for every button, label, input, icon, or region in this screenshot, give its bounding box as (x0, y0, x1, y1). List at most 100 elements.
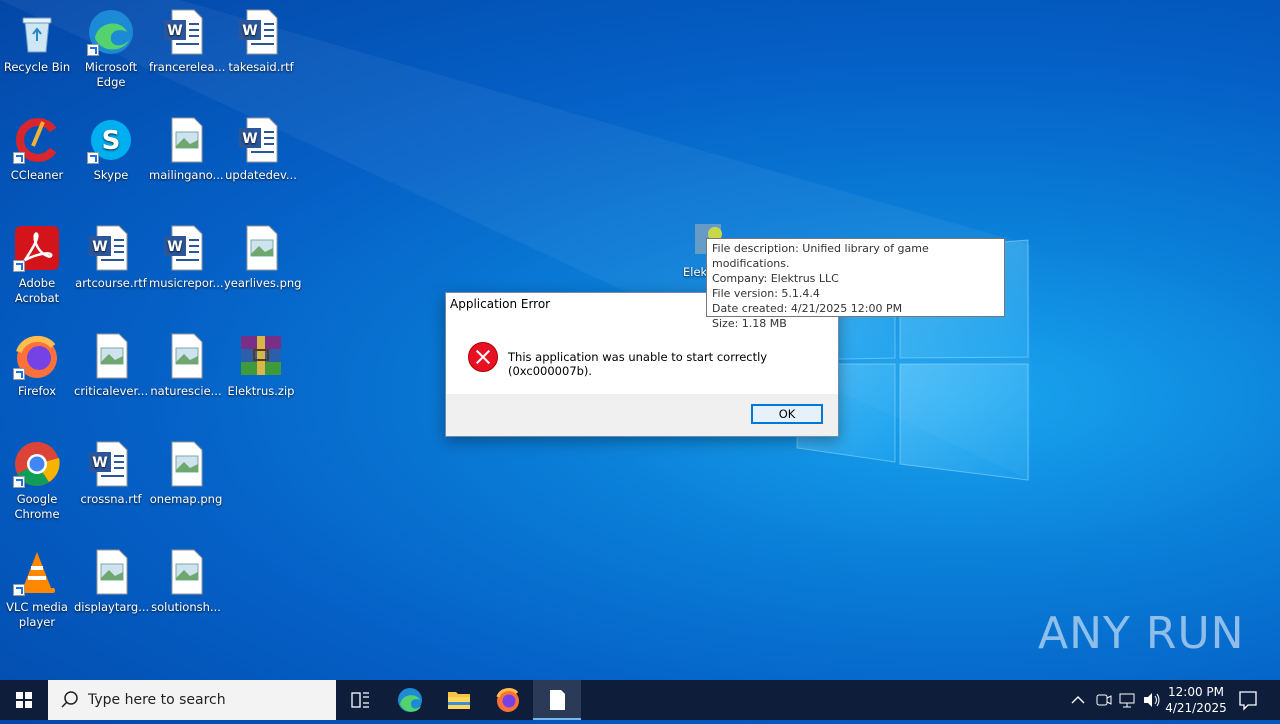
image-file-icon (162, 548, 210, 596)
desktop-icon-francerelea[interactable]: W francerelea... (149, 4, 226, 75)
icon-label: criticalever... (74, 384, 149, 398)
taskbar-search-box[interactable]: Type here to search (48, 680, 336, 720)
word-doc-icon: W (162, 8, 210, 56)
svg-text:W: W (242, 131, 257, 147)
svg-text:W: W (92, 239, 107, 255)
edge-icon (398, 688, 422, 712)
icon-label: takesaid.rtf (228, 60, 294, 74)
ccleaner-icon (13, 116, 61, 164)
desktop-icon-displaytarg[interactable]: displaytarg... (74, 544, 149, 615)
anyrun-watermark: ANY RUN (1038, 608, 1245, 659)
desktop-icon-mailingano[interactable]: mailingano... (149, 112, 224, 183)
icon-label: naturescie... (150, 384, 222, 398)
tooltip-date: Date created: 4/21/2025 12:00 PM (712, 302, 903, 315)
start-button[interactable] (0, 680, 48, 720)
search-icon (61, 691, 78, 708)
desktop-icon-skype[interactable]: S Skype (74, 112, 148, 183)
taskbar-clock[interactable]: 12:00 PM 4/21/2025 (1160, 684, 1232, 716)
tooltip-size: Size: 1.18 MB (712, 317, 787, 330)
tooltip-version: File version: 5.1.4.4 (712, 287, 820, 300)
dialog-title: Application Error (450, 297, 551, 311)
icon-label: Elektrus.zip (227, 384, 295, 398)
icon-label: VLC media player (6, 600, 68, 629)
word-doc-icon: W (87, 224, 135, 272)
winrar-archive-icon (237, 332, 285, 380)
desktop-icon-microsoft-edge[interactable]: Microsoft Edge (74, 4, 148, 90)
desktop-icon-updatedev[interactable]: W updatedev... (224, 112, 298, 183)
windows-start-icon (16, 692, 32, 708)
acrobat-icon (13, 224, 61, 272)
tooltip-company: Company: Elektrus LLC (712, 272, 839, 285)
desktop-icon-musicrepor[interactable]: W musicrepor... (149, 220, 224, 291)
desktop-icon-elektrus-zip[interactable]: Elektrus.zip (224, 328, 298, 399)
desktop-icon-artcourse[interactable]: W artcourse.rtf (74, 220, 148, 291)
ok-button[interactable]: OK (751, 404, 823, 424)
icon-label: onemap.png (149, 492, 223, 506)
desktop-icon-naturescie[interactable]: naturescie... (149, 328, 223, 399)
image-file-icon (87, 332, 135, 380)
desktop-icon-yearlives[interactable]: yearlives.png (224, 220, 302, 291)
word-doc-icon: W (237, 8, 285, 56)
icon-label: CCleaner (10, 168, 64, 182)
desktop-icon-recycle-bin[interactable]: Recycle Bin (0, 4, 74, 75)
desktop-icon-adobe-acrobat[interactable]: Adobe Acrobat (0, 220, 74, 306)
taskbar-file-explorer[interactable] (435, 680, 483, 720)
icon-label: Microsoft Edge (84, 60, 138, 89)
error-icon (468, 342, 498, 372)
desktop-icon-takesaid[interactable]: W takesaid.rtf (224, 4, 298, 75)
image-file-icon (162, 440, 210, 488)
icon-label: Adobe Acrobat (14, 276, 60, 305)
icon-label: Recycle Bin (3, 60, 71, 74)
desktop-icon-ccleaner[interactable]: CCleaner (0, 112, 74, 183)
taskbar: Type here to search 12:00 PM 4/21/2025 (0, 680, 1280, 720)
desktop: Recycle Bin CCleaner Adobe Acrobat Firef… (0, 0, 1280, 680)
desktop-icon-firefox[interactable]: Firefox (0, 328, 74, 399)
task-view-icon (351, 692, 369, 708)
chevron-up-icon[interactable] (1068, 680, 1088, 720)
svg-text:S: S (102, 126, 121, 156)
desktop-icon-criticalever[interactable]: criticalever... (74, 328, 148, 399)
svg-text:W: W (167, 239, 182, 255)
icon-label: mailingano... (149, 168, 224, 182)
word-doc-icon: W (237, 116, 285, 164)
icon-label: francerelea... (149, 60, 226, 74)
meet-now-icon[interactable] (1092, 680, 1114, 720)
volume-icon[interactable] (1140, 680, 1162, 720)
desktop-icon-google-chrome[interactable]: Google Chrome (0, 436, 74, 522)
desktop-icon-crossna[interactable]: W crossna.rtf (74, 436, 148, 507)
folder-icon (448, 692, 470, 709)
chrome-icon (13, 440, 61, 488)
image-file-icon (162, 332, 210, 380)
task-view-button[interactable] (336, 680, 384, 720)
firefox-icon (13, 332, 61, 380)
clock-date: 4/21/2025 (1165, 701, 1227, 715)
search-placeholder: Type here to search (88, 692, 226, 708)
tooltip-description: File description: Unified library of gam… (712, 242, 929, 270)
desktop-icon-onemap[interactable]: onemap.png (149, 436, 223, 507)
recycle-bin-icon (13, 8, 61, 56)
taskbar-firefox[interactable] (484, 680, 532, 720)
desktop-icon-vlc[interactable]: VLC media player (0, 544, 74, 630)
icon-label: Firefox (17, 384, 57, 398)
dialog-message: This application was unable to start cor… (508, 350, 768, 378)
skype-icon: S (87, 116, 135, 164)
file-info-tooltip: File description: Unified library of gam… (706, 238, 1005, 330)
icon-label: crossna.rtf (80, 492, 142, 506)
edge-icon (87, 8, 135, 56)
word-doc-icon: W (87, 440, 135, 488)
taskbar-edge[interactable] (386, 680, 434, 720)
desktop-icon-solutionsh[interactable]: solutionsh... (149, 544, 223, 615)
icon-label: musicrepor... (149, 276, 224, 290)
clock-time: 12:00 PM (1168, 685, 1224, 699)
word-doc-icon: W (162, 224, 210, 272)
image-file-icon (237, 224, 285, 272)
icon-label: yearlives.png (224, 276, 302, 290)
icon-label: Google Chrome (14, 492, 60, 521)
blank-document-icon (550, 690, 565, 710)
icon-label: updatedev... (225, 168, 297, 182)
network-icon[interactable] (1116, 680, 1138, 720)
taskbar-active-app[interactable] (533, 680, 581, 720)
notification-icon[interactable] (1236, 680, 1260, 720)
icon-label: Skype (93, 168, 129, 182)
dialog-footer: OK (446, 394, 838, 436)
